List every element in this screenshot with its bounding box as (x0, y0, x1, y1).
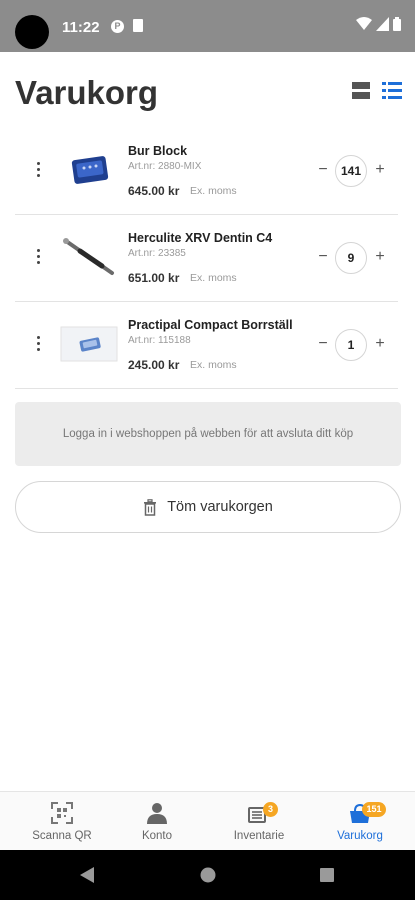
sim-card-icon (133, 19, 143, 32)
cart-list: Bur Block Art.nr: 2880-MIX 645.00 kr Ex.… (15, 128, 398, 389)
bottom-navigation: Scanna QR Konto 3 Inventarie 151 Varukor… (0, 791, 415, 851)
cart-badge: 151 (362, 802, 386, 817)
empty-cart-label: Töm varukorgen (167, 499, 273, 515)
decrease-quantity-button[interactable]: − (315, 335, 331, 353)
inventory-badge: 3 (263, 802, 278, 817)
product-name: Practipal Compact Borrställ (128, 318, 293, 332)
qr-scan-icon (51, 802, 73, 824)
grid-view-icon[interactable] (352, 82, 370, 99)
nav-scan-qr[interactable]: Scanna QR (10, 792, 114, 851)
increase-quantity-button[interactable]: + (372, 161, 388, 179)
decrease-quantity-button[interactable]: − (315, 248, 331, 266)
article-number: Art.nr: 115188 (128, 335, 191, 346)
empty-cart-button[interactable]: Töm varukorgen (15, 481, 401, 533)
price-note: Ex. moms (190, 359, 237, 371)
product-image (60, 326, 118, 362)
nav-label: Inventarie (233, 830, 285, 842)
login-notice: Logga in i webshoppen på webben för att … (15, 402, 401, 466)
list-view-icon[interactable] (382, 82, 402, 99)
product-price: 651.00 kr (128, 271, 180, 285)
home-icon[interactable] (200, 867, 216, 883)
status-time: 11:22 (62, 19, 100, 36)
cart-item: Herculite XRV Dentin C4 Art.nr: 23385 65… (15, 215, 398, 302)
quantity-value[interactable]: 1 (335, 329, 367, 361)
status-bar: 11:22 P (0, 0, 415, 52)
product-name: Bur Block (128, 144, 188, 158)
person-icon (147, 803, 167, 824)
more-options-icon[interactable] (35, 162, 41, 180)
cart-item: Bur Block Art.nr: 2880-MIX 645.00 kr Ex.… (15, 128, 398, 215)
product-name: Herculite XRV Dentin C4 (128, 231, 273, 245)
increase-quantity-button[interactable]: + (372, 248, 388, 266)
page-title: Varukorg (15, 74, 159, 111)
quantity-value[interactable]: 9 (335, 242, 367, 274)
back-icon[interactable] (80, 867, 94, 883)
nav-label: Varukorg (337, 830, 383, 842)
increase-quantity-button[interactable]: + (372, 335, 388, 353)
camera-cutout (15, 15, 49, 49)
signal-icon (376, 17, 389, 31)
quantity-value[interactable]: 141 (335, 155, 367, 187)
more-options-icon[interactable] (35, 249, 41, 267)
notification-p-icon: P (111, 20, 124, 33)
battery-icon (393, 17, 401, 31)
product-price: 245.00 kr (128, 358, 180, 372)
status-icons (356, 17, 401, 31)
product-image (71, 156, 109, 184)
recents-icon[interactable] (320, 868, 334, 882)
nav-label: Konto (141, 830, 173, 842)
nav-label: Scanna QR (32, 830, 92, 842)
trash-icon (144, 498, 157, 516)
nav-cart[interactable]: 151 Varukorg (308, 792, 412, 851)
more-options-icon[interactable] (35, 336, 41, 354)
nav-inventory[interactable]: 3 Inventarie (207, 792, 311, 851)
product-image (63, 238, 114, 275)
product-price: 645.00 kr (128, 184, 180, 198)
decrease-quantity-button[interactable]: − (315, 161, 331, 179)
system-navigation-bar (0, 850, 415, 900)
price-note: Ex. moms (190, 272, 237, 284)
article-number: Art.nr: 23385 (128, 248, 186, 259)
cart-item: Practipal Compact Borrställ Art.nr: 1151… (15, 302, 398, 389)
article-number: Art.nr: 2880-MIX (128, 161, 202, 172)
nav-account[interactable]: Konto (105, 792, 209, 851)
price-note: Ex. moms (190, 185, 237, 197)
wifi-icon (356, 17, 372, 30)
